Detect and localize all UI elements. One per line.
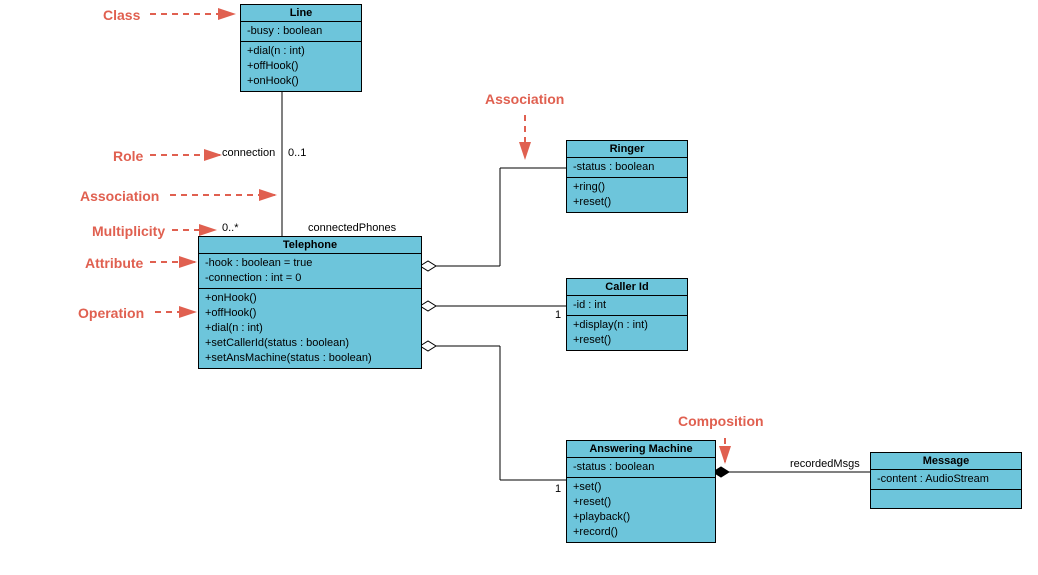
class-answeringmachine-ops: +set() +reset() +playback() +record() [567,478,715,542]
annotation-association: Association [80,187,159,204]
label-0-star: 0..* [222,222,239,234]
annotation-attribute: Attribute [85,254,143,271]
label-recordedmsgs: recordedMsgs [790,458,860,470]
class-telephone-title: Telephone [199,237,421,254]
class-ringer-title: Ringer [567,141,687,158]
label-0-1: 0..1 [288,147,306,159]
label-connection: connection [222,147,275,159]
class-line-attrs: -busy : boolean [241,22,361,42]
annotation-composition: Composition [678,412,764,429]
class-line-title: Line [241,5,361,22]
class-answeringmachine-attrs: -status : boolean [567,458,715,478]
class-callerid: Caller Id -id : int +display(n : int) +r… [566,278,688,351]
annotation-operation: Operation [78,304,144,321]
class-telephone: Telephone -hook : boolean = true -connec… [198,236,422,369]
annotation-multiplicity: Multiplicity [92,222,165,239]
class-callerid-title: Caller Id [567,279,687,296]
annotation-class: Class [103,6,140,23]
class-message-title: Message [871,453,1021,470]
class-ringer-ops: +ring() +reset() [567,178,687,212]
label-one-ans: 1 [555,483,561,495]
label-connectedphones: connectedPhones [308,222,396,234]
class-message-ops [871,490,1021,508]
label-one-caller: 1 [555,309,561,321]
class-ringer: Ringer -status : boolean +ring() +reset(… [566,140,688,213]
class-callerid-attrs: -id : int [567,296,687,316]
class-answeringmachine: Answering Machine -status : boolean +set… [566,440,716,543]
class-telephone-attrs: -hook : boolean = true -connection : int… [199,254,421,289]
class-message: Message -content : AudioStream [870,452,1022,509]
annotation-association-2: Association [485,90,564,107]
class-ringer-attrs: -status : boolean [567,158,687,178]
class-callerid-ops: +display(n : int) +reset() [567,316,687,350]
class-line: Line -busy : boolean +dial(n : int) +off… [240,4,362,92]
class-message-attrs: -content : AudioStream [871,470,1021,490]
class-answeringmachine-title: Answering Machine [567,441,715,458]
class-telephone-ops: +onHook() +offHook() +dial(n : int) +set… [199,289,421,368]
class-line-ops: +dial(n : int) +offHook() +onHook() [241,42,361,91]
annotation-role: Role [113,147,143,164]
